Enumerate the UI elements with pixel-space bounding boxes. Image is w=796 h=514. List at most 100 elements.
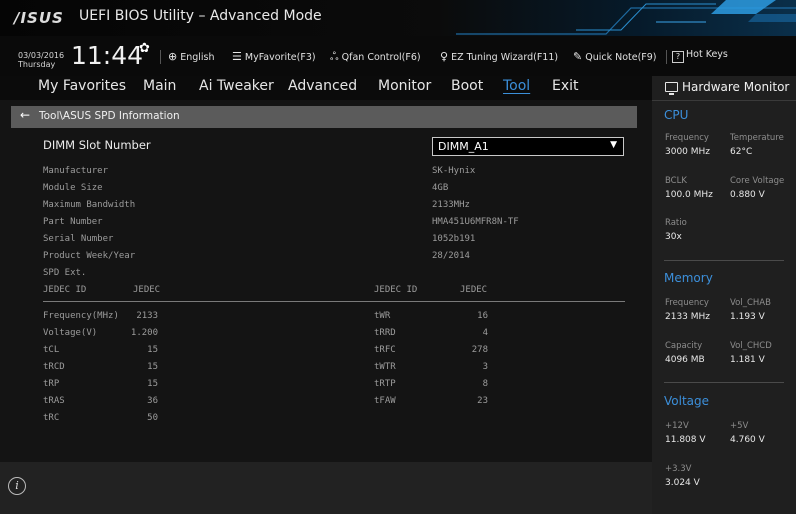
v5-value: 4.760 V bbox=[730, 435, 765, 445]
timing-name: tRCD bbox=[43, 362, 65, 372]
note-icon: ✎ bbox=[573, 50, 583, 63]
tab-monitor[interactable]: Monitor bbox=[378, 78, 431, 94]
vol-chab-label: Vol_CHAB bbox=[730, 298, 771, 308]
bclk-label: BCLK bbox=[665, 176, 687, 186]
timing-name: tRP bbox=[43, 379, 60, 389]
tab-boot[interactable]: Boot bbox=[451, 78, 483, 94]
jedec-id-header-right: JEDEC ID bbox=[374, 285, 418, 295]
tab-exit[interactable]: Exit bbox=[552, 78, 579, 94]
separator bbox=[160, 50, 161, 64]
vol-chab-value: 1.193 V bbox=[730, 312, 765, 322]
v5-label: +5V bbox=[730, 421, 749, 431]
tab-ai-tweaker[interactable]: Ai Tweaker bbox=[199, 78, 274, 94]
tab-advanced[interactable]: Advanced bbox=[288, 78, 357, 94]
timing-name: tFAW bbox=[374, 396, 396, 406]
tab-main[interactable]: Main bbox=[143, 78, 176, 94]
timing-value: 3 bbox=[482, 362, 488, 372]
timing-name: tCL bbox=[43, 345, 60, 355]
quick-note-button[interactable]: ✎ Quick Note(F9) bbox=[573, 50, 657, 63]
timing-value: 50 bbox=[147, 413, 158, 423]
capacity-value: 4096 MB bbox=[665, 355, 705, 365]
qfan-button[interactable]: ஃ Qfan Control(F6) bbox=[330, 50, 421, 65]
ratio-value: 30x bbox=[665, 232, 682, 242]
language-label: English bbox=[180, 52, 215, 63]
cpu-frequency-label: Frequency bbox=[665, 133, 709, 143]
cpu-heading: CPU bbox=[664, 108, 689, 122]
core-voltage-label: Core Voltage bbox=[730, 176, 785, 186]
clock: 11:44 bbox=[71, 41, 144, 70]
timing-name: tRTP bbox=[374, 379, 396, 389]
dimm-slot-select[interactable]: DIMM_A1 ▼ bbox=[432, 137, 624, 156]
spd-value-serial-number: 1052b191 bbox=[432, 234, 476, 244]
memory-heading: Memory bbox=[664, 271, 713, 285]
timing-name: tWR bbox=[374, 311, 391, 321]
timing-value: 16 bbox=[477, 311, 488, 321]
core-voltage-value: 0.880 V bbox=[730, 190, 765, 200]
mem-frequency-value: 2133 MHz bbox=[665, 312, 711, 322]
timing-name: Voltage(V) bbox=[43, 328, 98, 338]
timing-name: tWTR bbox=[374, 362, 396, 372]
language-button[interactable]: ⊕ English bbox=[168, 50, 215, 63]
timing-value: 278 bbox=[471, 345, 488, 355]
globe-icon: ⊕ bbox=[168, 50, 178, 63]
day-text: Thursday bbox=[18, 60, 56, 69]
dimm-slot-value: DIMM_A1 bbox=[438, 140, 489, 153]
timing-value: 1.200 bbox=[130, 328, 158, 338]
timing-name: tRFC bbox=[374, 345, 396, 355]
spd-label-manufacturer: Manufacturer bbox=[43, 166, 109, 176]
timing-value: 15 bbox=[147, 379, 158, 389]
timing-name: tRRD bbox=[374, 328, 396, 338]
gear-icon[interactable]: ✿ bbox=[139, 41, 150, 56]
cpu-frequency-value: 3000 MHz bbox=[665, 147, 711, 157]
window-title: UEFI BIOS Utility – Advanced Mode bbox=[79, 8, 322, 24]
cpu-temperature-value: 62°C bbox=[730, 147, 753, 157]
divider bbox=[664, 260, 784, 261]
info-bar: 03/03/2016 Thursday 11:44 ✿ ⊕ English ☰ My… bbox=[0, 36, 796, 76]
mem-frequency-label: Frequency bbox=[665, 298, 709, 308]
qfan-label: Qfan Control(F6) bbox=[341, 52, 421, 63]
favorite-icon: ☰ bbox=[232, 50, 242, 63]
timing-name: tRAS bbox=[43, 396, 65, 406]
help-strip-edge bbox=[0, 456, 652, 462]
hot-keys-button[interactable]: ? Hot Keys bbox=[672, 49, 728, 63]
ratio-label: Ratio bbox=[665, 218, 687, 228]
spd-label-serial-number: Serial Number bbox=[43, 234, 114, 244]
spd-value-manufacturer: SK-Hynix bbox=[432, 166, 476, 176]
title-bar: /ISUS UEFI BIOS Utility – Advanced Mode bbox=[0, 0, 796, 36]
vol-chcd-value: 1.181 V bbox=[730, 355, 765, 365]
chevron-down-icon: ▼ bbox=[610, 140, 617, 150]
divider bbox=[652, 100, 796, 101]
divider bbox=[664, 382, 784, 383]
myfavorite-label: MyFavorite(F3) bbox=[244, 52, 316, 63]
main-panel: ← Tool\ASUS SPD Information DIMM Slot Nu… bbox=[0, 100, 652, 456]
jedec-header: JEDEC bbox=[133, 285, 161, 295]
spd-label-part-number: Part Number bbox=[43, 217, 103, 227]
v12-label: +12V bbox=[665, 421, 689, 431]
v33-value: 3.024 V bbox=[665, 478, 700, 488]
monitor-icon bbox=[665, 82, 678, 95]
date-text: 03/03/2016 bbox=[18, 51, 65, 60]
capacity-label: Capacity bbox=[665, 341, 703, 351]
spd-value-max-bandwidth: 2133MHz bbox=[432, 200, 470, 210]
cpu-temperature-label: Temperature bbox=[730, 133, 784, 143]
tab-my-favorites[interactable]: My Favorites bbox=[38, 78, 126, 94]
spd-label-max-bandwidth: Maximum Bandwidth bbox=[43, 200, 136, 210]
timing-value: 23 bbox=[477, 396, 488, 406]
timing-name: Frequency(MHz) bbox=[43, 311, 119, 321]
spd-label-module-size: Module Size bbox=[43, 183, 103, 193]
myfavorite-button[interactable]: ☰ MyFavorite(F3) bbox=[232, 50, 316, 63]
back-arrow-icon[interactable]: ← bbox=[20, 108, 30, 122]
vol-chcd-label: Vol_CHCD bbox=[730, 341, 772, 351]
breadcrumb[interactable]: ← Tool\ASUS SPD Information bbox=[11, 106, 637, 128]
timing-name: tRC bbox=[43, 413, 60, 423]
v12-value: 11.808 V bbox=[665, 435, 706, 445]
tab-tool[interactable]: Tool bbox=[503, 78, 530, 94]
hardware-monitor-title: Hardware Monitor bbox=[665, 80, 790, 95]
hardware-monitor-panel: Hardware Monitor CPU Frequency Temperatu… bbox=[652, 76, 796, 514]
timing-value: 15 bbox=[147, 362, 158, 372]
hardware-monitor-label: Hardware Monitor bbox=[682, 80, 790, 94]
quick-note-label: Quick Note(F9) bbox=[585, 52, 657, 63]
table-divider bbox=[43, 301, 625, 302]
ez-tuning-button[interactable]: ♀ EZ Tuning Wizard(F11) bbox=[440, 50, 558, 63]
jedec-id-header: JEDEC ID bbox=[43, 285, 87, 295]
